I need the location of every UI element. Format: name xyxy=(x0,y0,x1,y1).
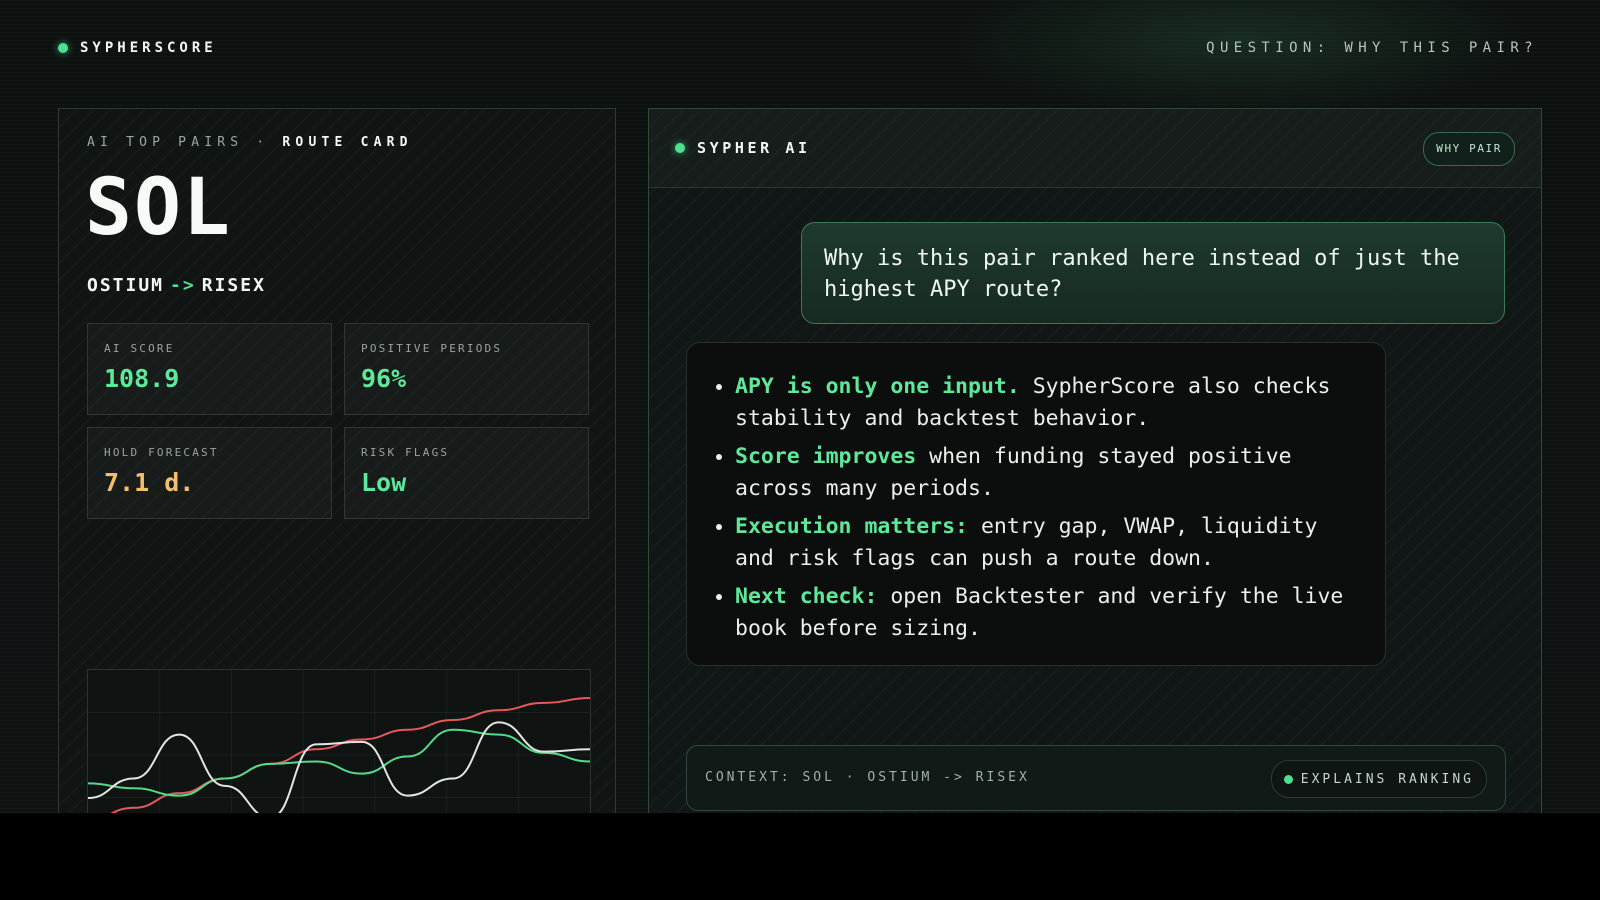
stat-value: 108.9 xyxy=(104,364,180,393)
stat-positive-periods: POSITIVE PERIODS 96% xyxy=(344,323,589,415)
answer-bullet: Score improves when funding stayed posit… xyxy=(735,441,1357,505)
explains-ranking-badge[interactable]: EXPLAINS RANKING xyxy=(1270,760,1487,798)
assistant-title-text: SYPHER AI xyxy=(697,139,811,157)
answer-bullet: Next check: open Backtester and verify t… xyxy=(735,581,1357,645)
answer-list: APY is only one input. SypherScore also … xyxy=(699,371,1357,645)
route-arrow-icon: -> xyxy=(170,275,196,296)
badge-text: EXPLAINS RANKING xyxy=(1300,771,1474,787)
online-dot-icon xyxy=(675,143,685,153)
status-dot-icon xyxy=(58,43,68,53)
mini-chart-svg xyxy=(87,670,591,813)
route-path: OSTIUM -> RISEX xyxy=(87,275,266,296)
bullet-lead: APY is only one input. xyxy=(735,374,1020,399)
assistant-title: SYPHER AI xyxy=(675,139,811,157)
assistant-header: SYPHER AI WHY PAIR xyxy=(649,109,1541,188)
context-bar: CONTEXT: SOL · OSTIUM -> RISEX EXPLAINS … xyxy=(686,745,1506,811)
bullet-lead: Score improves xyxy=(735,444,917,469)
stat-value: 7.1 d. xyxy=(104,468,195,497)
eyebrow-prefix: AI TOP PAIRS · xyxy=(87,135,283,150)
stat-label: HOLD FORECAST xyxy=(104,446,219,459)
why-pair-badge[interactable]: WHY PAIR xyxy=(1423,132,1515,166)
bullet-lead: Next check: xyxy=(735,584,878,609)
stat-label: AI SCORE xyxy=(104,342,175,355)
answer-bullet: Execution matters: entry gap, VWAP, liqu… xyxy=(735,511,1357,575)
assistant-panel: SYPHER AI WHY PAIR Why is this pair rank… xyxy=(648,108,1542,813)
mini-chart xyxy=(87,669,591,813)
brand-name: SYPHERSCORE xyxy=(80,40,217,56)
stat-value: 96% xyxy=(361,364,407,393)
assistant-answer: APY is only one input. SypherScore also … xyxy=(686,342,1386,666)
app-stage: SYPHERSCORE QUESTION: WHY THIS PAIR? AI … xyxy=(0,0,1600,813)
stat-hold-forecast: HOLD FORECAST 7.1 d. xyxy=(87,427,332,519)
question-label: QUESTION: WHY THIS PAIR? xyxy=(1206,40,1538,56)
chart-series-line-2 xyxy=(87,728,591,797)
stat-ai-score: AI SCORE 108.9 xyxy=(87,323,332,415)
stat-label: RISK FLAGS xyxy=(361,446,450,459)
answer-bullet: APY is only one input. SypherScore also … xyxy=(735,371,1357,435)
asset-symbol: SOL xyxy=(85,163,232,253)
stat-risk-flags: RISK FLAGS Low xyxy=(344,427,589,519)
eyebrow-emphasis: ROUTE CARD xyxy=(282,135,413,150)
stat-value: Low xyxy=(361,468,407,497)
badge-dot-icon xyxy=(1283,774,1293,784)
stat-label: POSITIVE PERIODS xyxy=(361,342,503,355)
context-text: CONTEXT: SOL · OSTIUM -> RISEX xyxy=(705,770,1030,785)
brand[interactable]: SYPHERSCORE xyxy=(58,40,217,56)
route-to: RISEX xyxy=(201,275,266,296)
user-message: Why is this pair ranked here instead of … xyxy=(801,222,1505,324)
route-card: AI TOP PAIRS · ROUTE CARD SOL OSTIUM -> RI… xyxy=(58,108,616,813)
route-card-eyebrow: AI TOP PAIRS · ROUTE CARD xyxy=(87,135,413,150)
route-from: OSTIUM xyxy=(87,275,165,296)
bullet-lead: Execution matters: xyxy=(735,514,968,539)
